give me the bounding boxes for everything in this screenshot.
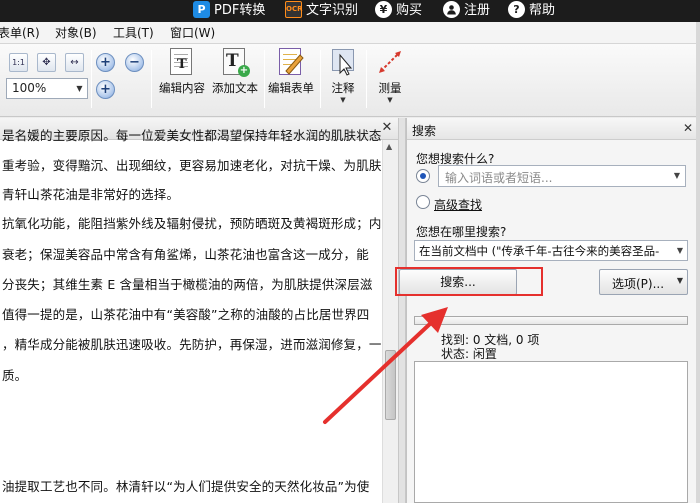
- search-results-list[interactable]: [414, 361, 688, 503]
- edit-content-label: 编辑内容: [159, 81, 205, 95]
- advanced-search-link[interactable]: 高级查找: [434, 196, 482, 213]
- chevron-down-icon: ▼: [673, 241, 687, 260]
- pdf-convert-label: PDF转换: [214, 3, 266, 18]
- measure-label: 测量: [378, 81, 402, 95]
- edit-form-label: 编辑表单: [268, 81, 314, 95]
- menu-tools[interactable]: 工具(T): [113, 22, 154, 44]
- yen-icon: ¥: [375, 1, 392, 18]
- status-label: 状态:: [441, 347, 470, 361]
- actual-size-icon: 1:1: [12, 58, 25, 67]
- scrollbar-thumb[interactable]: [385, 350, 396, 420]
- add-text-icon: T +: [220, 47, 250, 77]
- document-line: 重考验，变得黯沉、出现细纹，更容易加速老化，对抗干燥、为肌肤: [2, 158, 382, 173]
- search-status: 状态: 闲置: [441, 345, 497, 362]
- title-bar: P PDF转换 OCR 文字识别 ¥ 购买 注册 ? 帮助: [0, 0, 700, 22]
- document-line: 分丧失；其维生素 E 含量相当于橄榄油的两倍，为肌肤提供深层滋: [2, 277, 373, 292]
- search-pane-header: 搜索 ✕: [407, 118, 697, 140]
- chevron-down-icon: ▼: [340, 96, 346, 104]
- help-label: 帮助: [529, 3, 556, 18]
- document-line: ，精华成分能被肌肤迅速吸收。先防护，再保湿，进而滋润修复，一: [2, 337, 382, 352]
- register-button[interactable]: 注册: [443, 0, 490, 22]
- zoom-in-tool-button[interactable]: +: [96, 53, 115, 72]
- menu-form[interactable]: 表单(R): [0, 22, 40, 44]
- annotate-icon: [328, 47, 358, 77]
- search-scope-select[interactable]: 在当前文档中 ("传承千年-古往今来的美容圣品- ▼: [414, 240, 688, 261]
- chevron-down-icon[interactable]: ▼: [669, 166, 685, 186]
- document-view[interactable]: ✕ 是名媛的主要原因。每一位爱美女性都渴望保持年轻水润的肌肤状态 重考验，变得黯…: [0, 118, 398, 503]
- measure-icon: [375, 47, 405, 77]
- menu-object[interactable]: 对象(B): [55, 22, 97, 44]
- edit-form-icon: [276, 47, 306, 77]
- ocr-label: 文字识别: [306, 3, 359, 18]
- buy-button[interactable]: ¥ 购买: [375, 0, 422, 22]
- actual-size-button[interactable]: 1:1: [9, 53, 28, 72]
- zoom-out-button[interactable]: −: [125, 53, 144, 72]
- ocr-button[interactable]: OCR 文字识别: [285, 0, 358, 22]
- close-icon[interactable]: ✕: [380, 121, 394, 135]
- query-radio[interactable]: [416, 169, 430, 183]
- annotate-button[interactable]: 注释 ▼: [323, 47, 363, 111]
- where-label: 您想在哪里搜索?: [416, 225, 507, 239]
- menu-bar: 表单(R) 对象(B) 工具(T) 窗口(W): [0, 22, 700, 44]
- highlight-box: [395, 267, 543, 296]
- search-placeholder: 输入词语或者短语...: [445, 171, 553, 185]
- document-line: 质。: [2, 368, 28, 383]
- close-icon[interactable]: ✕: [683, 121, 693, 135]
- vertical-scrollbar[interactable]: ▲: [382, 140, 398, 503]
- measure-button[interactable]: 测量 ▼: [370, 47, 410, 111]
- window-edge: [696, 22, 700, 503]
- search-pane-title: 搜索: [412, 124, 437, 138]
- advanced-radio[interactable]: [416, 195, 430, 209]
- pdf-convert-button[interactable]: P PDF转换: [193, 0, 265, 22]
- document-line: 青轩山茶花油是非常好的选择。: [2, 187, 180, 202]
- document-line: 油提取工艺也不同。林清轩以“为人们提供安全的天然化妆品”为使: [2, 479, 370, 494]
- zoom-select[interactable]: 100% ▼: [6, 78, 88, 99]
- chevron-down-icon: ▼: [387, 96, 393, 104]
- chevron-down-icon: ▼: [676, 276, 683, 285]
- menu-window[interactable]: 窗口(W): [170, 22, 215, 44]
- zoom-in-icon: +: [100, 82, 111, 97]
- document-line: 是名媛的主要原因。每一位爱美女性都渴望保持年轻水润的肌肤状态: [2, 128, 382, 143]
- add-text-button[interactable]: T + 添加文本: [208, 47, 262, 111]
- options-button[interactable]: 选项(P)... ▼: [599, 269, 688, 295]
- edit-content-icon: T: [167, 47, 197, 77]
- help-button[interactable]: ? 帮助: [508, 0, 555, 22]
- add-text-label: 添加文本: [212, 81, 258, 95]
- search-input[interactable]: 输入词语或者短语... ▼: [438, 165, 686, 187]
- annotate-label: 注释: [331, 81, 355, 95]
- fit-width-icon: ↔: [70, 57, 79, 68]
- register-label: 注册: [464, 3, 491, 18]
- zoom-in-button[interactable]: +: [96, 80, 115, 99]
- status-value: 闲置: [472, 347, 497, 361]
- edit-form-button[interactable]: 编辑表单: [264, 47, 318, 111]
- search-scope-value: 在当前文档中 ("传承千年-古往今来的美容圣品-: [419, 244, 660, 258]
- document-text: 是名媛的主要原因。每一位爱美女性都渴望保持年轻水润的肌肤状态 重考验，变得黯沉、…: [0, 118, 382, 503]
- buy-label: 购买: [396, 3, 423, 18]
- zoom-value: 100%: [12, 81, 47, 95]
- fit-page-button[interactable]: ✥: [37, 53, 56, 72]
- splitter[interactable]: [398, 118, 406, 503]
- zoom-out-icon: −: [129, 55, 140, 70]
- fit-page-icon: ✥: [42, 57, 51, 68]
- help-icon: ?: [508, 1, 525, 18]
- options-label: 选项(P)...: [612, 277, 665, 291]
- chevron-down-icon: ▼: [76, 84, 83, 93]
- document-line: 抗氧化功能，能阻挡紫外线及辐射侵扰，预防晒斑及黄褐斑形成；内: [2, 216, 382, 231]
- search-progress-bar: [414, 316, 688, 325]
- scroll-up-icon[interactable]: ▲: [386, 142, 392, 151]
- user-icon: [443, 1, 460, 18]
- pdf-convert-icon: P: [193, 1, 210, 18]
- document-line: 衰老；保湿美容品中常含有角鲨烯，山茶花油也富含这一成分，能: [2, 247, 369, 262]
- document-line: 值得一提的是，山茶花油中有“美容酸”之称的油酸的占比居世界四: [2, 307, 370, 322]
- ocr-icon: OCR: [285, 1, 302, 18]
- zoom-in-icon: +: [100, 55, 111, 70]
- fit-width-button[interactable]: ↔: [65, 53, 84, 72]
- edit-content-button[interactable]: T 编辑内容: [155, 47, 209, 111]
